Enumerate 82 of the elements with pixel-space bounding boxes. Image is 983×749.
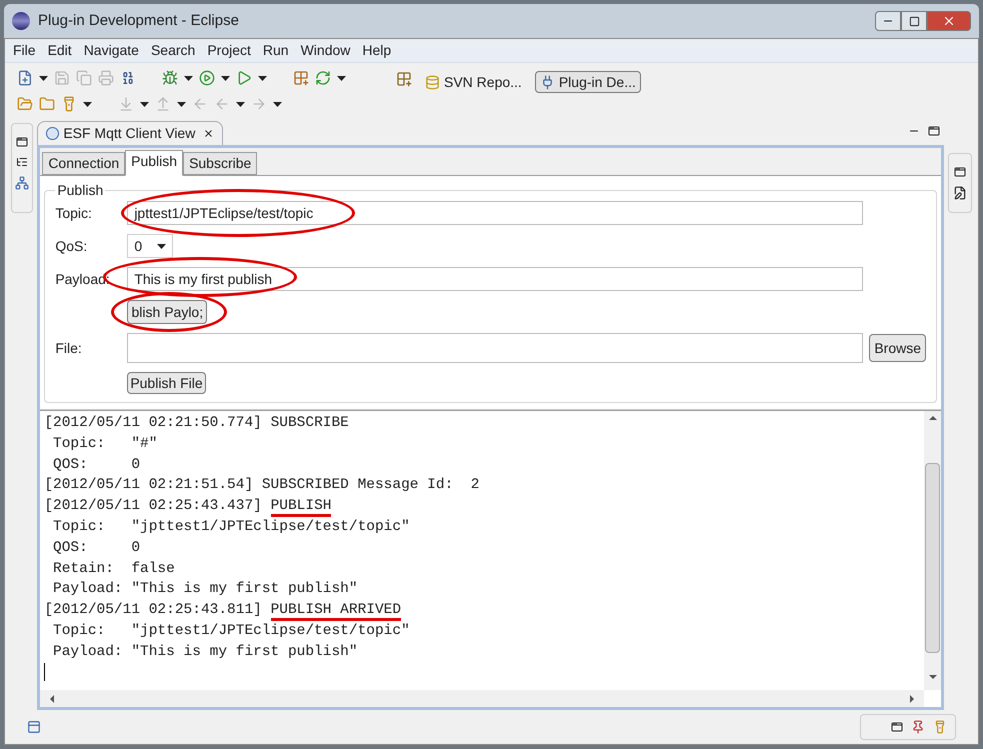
caret-icon[interactable] [157, 244, 166, 248]
caret-icon[interactable] [184, 76, 193, 80]
run-tool-icon[interactable] [236, 70, 252, 86]
caret-icon[interactable] [236, 102, 245, 106]
close-icon [942, 14, 956, 28]
caret-icon[interactable] [140, 102, 149, 106]
log-line: QOS: 0 [52, 540, 140, 556]
bug-icon[interactable] [162, 70, 178, 86]
topic-label: Topic: [55, 204, 93, 223]
perspective-button[interactable]: SVN Repo... [420, 71, 527, 93]
view-icon [46, 127, 60, 140]
perspective-button[interactable]: Plug-in De... [534, 71, 641, 93]
topic-field[interactable]: jpttest1/JPTEclipse/test/topic [127, 201, 864, 225]
open-perspective-icon[interactable] [396, 71, 412, 87]
folder-icon[interactable] [17, 96, 33, 112]
caret-icon[interactable] [177, 102, 186, 106]
scroll-thumb[interactable] [925, 463, 940, 653]
flashlight-icon[interactable] [933, 720, 947, 734]
log-line: [2012/05/11 02:21:50.774] SUBSCRIBE [44, 415, 349, 431]
restore-icon[interactable] [954, 166, 966, 178]
refresh-icon[interactable] [315, 70, 331, 86]
menu-item[interactable]: Run [262, 40, 289, 61]
grid-icon[interactable] [293, 70, 309, 86]
database-icon [425, 74, 440, 90]
close-button[interactable] [927, 11, 971, 31]
log-line: [2012/05/11 02:21:51.54] SUBSCRIBED Message Id: 2 [44, 477, 480, 494]
publish-file-button[interactable]: Publish File [127, 372, 206, 394]
window-title: Plug-in Development - Eclipse [38, 10, 239, 31]
fast-view-icon[interactable] [27, 720, 41, 734]
qos-dropdown[interactable]: 0 [127, 234, 174, 258]
publish-payload-button[interactable]: blish Paylo; [127, 300, 208, 324]
file-field[interactable] [127, 333, 864, 363]
run-icon[interactable] [199, 70, 215, 86]
caret-icon[interactable] [258, 76, 267, 80]
pin-icon[interactable] [911, 720, 925, 734]
log-line: Payload: "This is my first publish" [52, 581, 358, 598]
close-icon[interactable] [203, 128, 214, 139]
view-title: ESF Mqtt Client View [63, 124, 196, 143]
vertical-scrollbar[interactable] [924, 411, 941, 690]
tab[interactable]: Publish [125, 150, 184, 176]
view-tab[interactable]: ESF Mqtt Client View [37, 121, 224, 145]
maximize-icon [908, 16, 920, 26]
menu-item[interactable]: Search [150, 40, 196, 61]
menu-item[interactable]: File [13, 40, 36, 61]
folder-icon[interactable] [39, 96, 55, 112]
log-line: [2012/05/11 02:25:43.437] PUBLISH [44, 498, 332, 518]
outline-icon[interactable] [16, 156, 28, 168]
edit-icon[interactable] [953, 186, 967, 200]
eclipse-logo-icon [12, 12, 30, 30]
log-line: QOS: 0 [52, 456, 140, 473]
caret-icon[interactable] [337, 76, 346, 80]
menu-item[interactable]: Help [362, 40, 392, 61]
scroll-left-icon [48, 694, 56, 702]
horizontal-scrollbar[interactable] [40, 690, 924, 707]
tab[interactable]: Connection [42, 152, 126, 175]
new-file-icon[interactable] [17, 70, 33, 86]
menu-item[interactable]: Project [207, 40, 251, 61]
maximize-icon[interactable] [928, 125, 940, 137]
caret-icon[interactable] [273, 102, 282, 106]
log-line: Payload: "This is my first publish" [52, 644, 358, 660]
scroll-right-icon [908, 694, 916, 702]
text-cursor [44, 662, 46, 681]
log-line: Topic: "#" [52, 436, 158, 452]
caret-icon[interactable] [221, 76, 230, 80]
qos-label: QoS: [55, 236, 88, 256]
tab[interactable]: Subscribe [183, 152, 258, 175]
menu-item[interactable]: Window [300, 40, 350, 61]
restore-icon[interactable] [891, 721, 903, 733]
log-line: Retain: false [52, 560, 175, 577]
maximize-button[interactable] [901, 11, 927, 31]
menu-item[interactable]: Navigate [84, 40, 139, 61]
payload-field[interactable]: This is my first publish [127, 267, 864, 291]
log-line: Topic: "jpttest1/JPTEclipse/test/topic" [52, 518, 410, 535]
menu-item[interactable]: Edit [48, 40, 72, 61]
browse-button[interactable]: Browse [869, 334, 926, 362]
group-title: Publish [56, 181, 104, 200]
file-label: File: [55, 338, 83, 358]
log-line: Topic: "jpttest1/JPTEclipse/test/topic" [52, 622, 410, 639]
restore-icon[interactable] [16, 136, 28, 148]
caret-icon[interactable] [39, 76, 48, 80]
caret-icon[interactable] [83, 102, 92, 106]
log-line: [2012/05/11 02:25:43.811] PUBLISH ARRIVED [44, 602, 402, 622]
